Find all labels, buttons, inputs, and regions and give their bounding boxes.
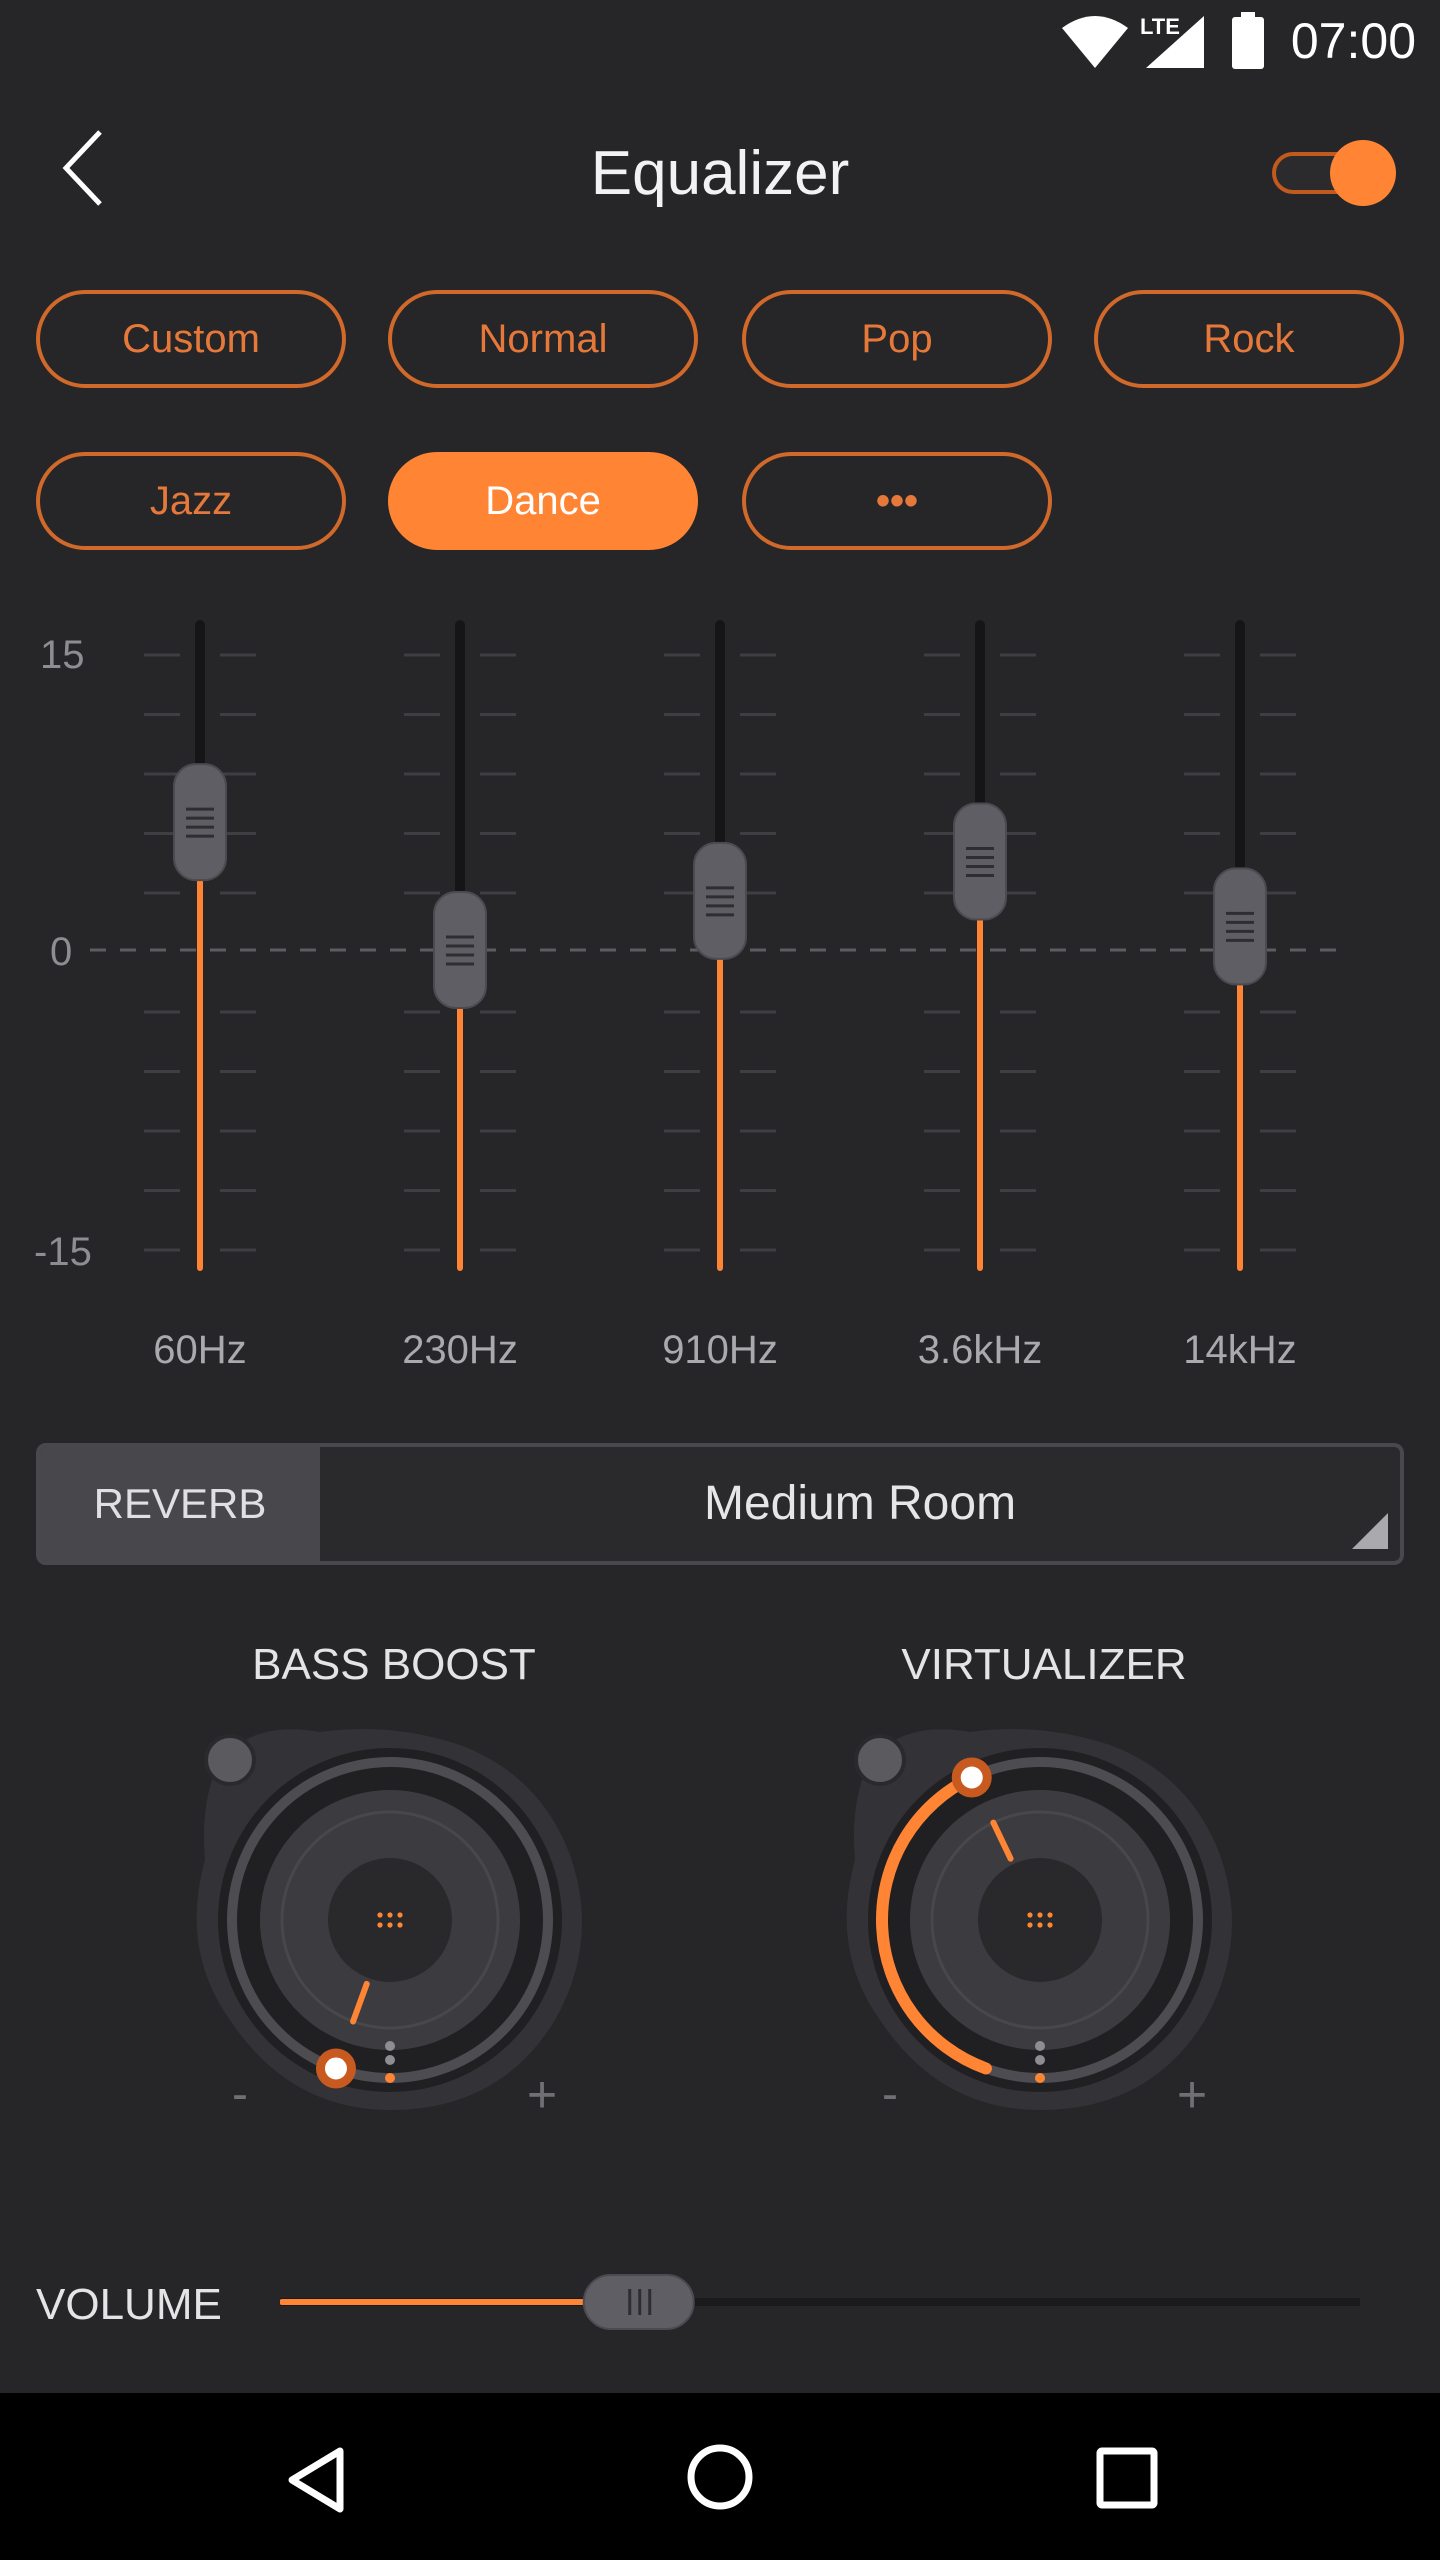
band-thumb-body bbox=[693, 841, 747, 960]
reverb-selector[interactable]: REVERB Medium Room bbox=[36, 1443, 1404, 1565]
virtualizer-title: VIRTUALIZER bbox=[901, 1640, 1187, 1689]
reverb-value: Medium Room bbox=[703, 1477, 1017, 1530]
scale-min-label: -15 bbox=[34, 1230, 92, 1274]
volume-label: VOLUME bbox=[36, 2280, 222, 2329]
knob-minus-label: - bbox=[882, 2068, 898, 2121]
knob-center-dot bbox=[1027, 1922, 1033, 1928]
navigation-bar bbox=[0, 2393, 1440, 2560]
knob-tick-dot bbox=[385, 2055, 395, 2065]
band-thumb-body bbox=[173, 763, 227, 882]
knob-tick-dot bbox=[385, 2041, 395, 2051]
knob-center-dot bbox=[1037, 1922, 1043, 1928]
preset-dance[interactable]: Dance bbox=[388, 452, 698, 550]
band-thumb-body bbox=[953, 802, 1007, 921]
band-thumb[interactable] bbox=[953, 802, 1007, 921]
band-thumb[interactable] bbox=[433, 891, 487, 1009]
recents-square-icon[interactable] bbox=[1092, 2443, 1162, 2513]
knob-center-dot bbox=[377, 1912, 383, 1918]
preset-pop[interactable]: Pop bbox=[742, 290, 1052, 388]
knob-center-dot bbox=[1037, 1912, 1043, 1918]
back-triangle-icon[interactable] bbox=[282, 2445, 352, 2515]
equalizer-panel bbox=[0, 600, 1440, 1400]
wifi-icon bbox=[1062, 16, 1128, 68]
volume-thumb[interactable] bbox=[582, 2274, 695, 2330]
equalizer-enable-toggle[interactable] bbox=[1268, 140, 1398, 206]
knob-center-dot bbox=[1047, 1922, 1053, 1928]
knob-center-dot bbox=[1047, 1912, 1053, 1918]
knob-minus-label: - bbox=[232, 2068, 248, 2121]
dropdown-corner-icon bbox=[1352, 1513, 1388, 1549]
knob-center bbox=[328, 1858, 452, 1982]
bass-boost-title: BASS BOOST bbox=[252, 1640, 536, 1689]
network-type-label: LTE bbox=[1140, 14, 1180, 39]
knob-center-dot bbox=[377, 1922, 383, 1928]
knob-tick-dot bbox=[385, 2073, 395, 2083]
battery-icon bbox=[1232, 12, 1264, 69]
home-circle-icon[interactable] bbox=[684, 2441, 756, 2513]
scale-max-label: 15 bbox=[40, 633, 85, 677]
knob-center-dot bbox=[397, 1922, 403, 1928]
knob-plus-label: + bbox=[1177, 2066, 1207, 2124]
status-time: 07:00 bbox=[1290, 13, 1416, 69]
band-thumb[interactable] bbox=[693, 841, 747, 960]
knob-tick-dot bbox=[1035, 2041, 1045, 2051]
knob-tick-dot bbox=[1035, 2055, 1045, 2065]
band-thumb[interactable] bbox=[1213, 867, 1267, 986]
knob-center-dot bbox=[387, 1912, 393, 1918]
knob-tick-dot bbox=[1035, 2073, 1045, 2083]
band-label-60hz: 60Hz bbox=[153, 1328, 247, 1372]
knob-center bbox=[978, 1858, 1102, 1982]
knob-center-dot bbox=[1027, 1912, 1033, 1918]
knob-indicator-led bbox=[204, 1734, 256, 1786]
knob-center-dot bbox=[387, 1922, 393, 1928]
band-thumb-body bbox=[1213, 867, 1267, 986]
volume-slider[interactable] bbox=[280, 2262, 1360, 2342]
preset-more-button[interactable]: ••• bbox=[742, 452, 1052, 550]
knob-indicator-led bbox=[854, 1734, 906, 1786]
band-thumb-body bbox=[433, 891, 487, 1009]
scale-zero-label: 0 bbox=[50, 930, 73, 974]
equalizer-sliders bbox=[90, 620, 1350, 1271]
bass-boost-knob[interactable]: - + bbox=[160, 1690, 620, 2140]
toggle-knob bbox=[1330, 140, 1396, 206]
band-label-3-6khz: 3.6kHz bbox=[917, 1328, 1043, 1372]
page-title: Equalizer bbox=[590, 139, 850, 208]
band-label-910hz: 910Hz bbox=[662, 1328, 778, 1372]
status-bar: LTE 07:00 bbox=[0, 0, 1440, 84]
band-label-14khz: 14kHz bbox=[1183, 1328, 1297, 1372]
band-label-230hz: 230Hz bbox=[402, 1328, 518, 1372]
band-thumb[interactable] bbox=[173, 763, 227, 882]
knob-center-dot bbox=[397, 1912, 403, 1918]
knob-handle[interactable] bbox=[324, 2057, 347, 2080]
preset-rock[interactable]: Rock bbox=[1094, 290, 1404, 388]
preset-custom[interactable]: Custom bbox=[36, 290, 346, 388]
preset-jazz[interactable]: Jazz bbox=[36, 452, 346, 550]
preset-normal[interactable]: Normal bbox=[388, 290, 698, 388]
knob-plus-label: + bbox=[527, 2066, 557, 2124]
virtualizer-knob[interactable]: - + bbox=[810, 1690, 1270, 2140]
reverb-label: REVERB bbox=[40, 1447, 320, 1561]
knob-handle[interactable] bbox=[960, 1766, 983, 1789]
